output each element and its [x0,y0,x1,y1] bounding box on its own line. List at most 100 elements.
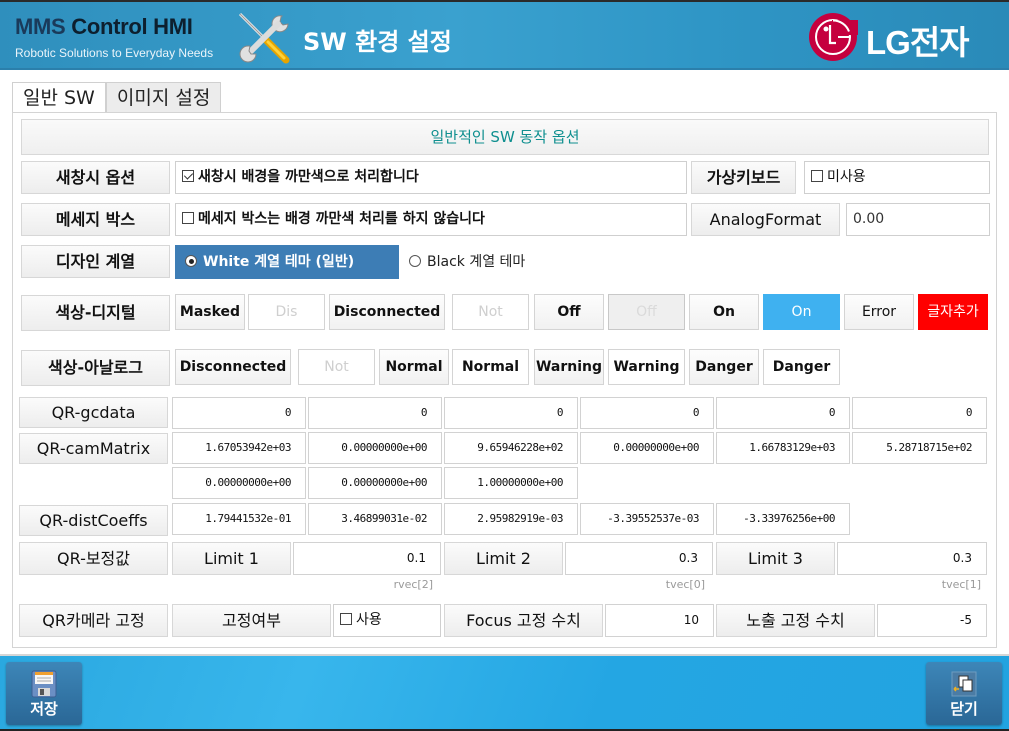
message-box-checkbox[interactable]: 메세지 박스는 배경 까만색 처리를 하지 않습니다 [175,203,687,236]
checkbox-icon[interactable] [340,613,352,625]
color-digital-label: 색상-디지털 [21,295,170,331]
new-window-checkbox-label: 새창시 배경을 까만색으로 처리합니다 [198,169,419,185]
wrench-screwdriver-icon [238,12,290,64]
qr-distcoeffs-label: QR-distCoeffs [19,505,168,536]
virtual-keyboard-label: 가상키보드 [691,161,796,194]
limit-2-input[interactable]: 0.3 [565,542,713,575]
qr-gcdata-value-1[interactable]: 0 [172,397,306,429]
limit-3-label: Limit 3 [716,542,835,575]
swatch-off-disabled[interactable]: Off [608,294,685,330]
fix-enabled-checkbox-label: 사용 [356,612,382,628]
swatch-dis[interactable]: Dis [248,294,325,330]
analog-format-label: AnalogFormat [691,203,840,236]
app-header: MMS Control HMI Robotic Solutions to Eve… [0,2,1009,70]
qr-distcoeffs-value-4[interactable]: -3.39552537e-03 [580,503,714,535]
swatch-analog-warning-2[interactable]: Warning [608,349,685,385]
design-theme-label: 디자인 계열 [21,245,170,278]
exit-windows-icon [951,671,977,697]
swatch-analog-disconnected[interactable]: Disconnected [175,349,291,385]
focus-fixed-label: Focus 고정 수치 [444,604,603,637]
qr-gcdata-label: QR-gcdata [19,397,168,428]
swatch-disconnected[interactable]: Disconnected [329,294,445,330]
qr-gcdata-value-3[interactable]: 0 [444,397,578,429]
swatch-error[interactable]: Error [844,294,914,330]
qr-gcdata-value-4[interactable]: 0 [580,397,714,429]
limit-3-hint: tvec[1] [941,578,981,591]
qr-cammatrix-label: QR-camMatrix [19,433,168,464]
general-sw-panel: 일반적인 SW 동작 옵션 새창시 옵션 새창시 배경을 까만색으로 처리합니다… [12,112,997,648]
close-label: 닫기 [950,700,978,718]
exposure-fixed-input[interactable]: -5 [877,604,987,637]
qr-cammatrix-r2c1[interactable]: 0.00000000e+00 [172,467,306,499]
limit-1-hint: rvec[2] [393,578,433,591]
swatch-on-active[interactable]: On [763,294,840,330]
qr-cammatrix-r1c2[interactable]: 0.00000000e+00 [308,432,442,464]
save-button[interactable]: 저장 [6,662,82,725]
qr-cammatrix-r1c5[interactable]: 1.66783129e+03 [716,432,850,464]
swatch-analog-normal-2[interactable]: Normal [452,349,529,385]
message-box-label: 메세지 박스 [21,203,170,236]
tab-image-settings[interactable]: 이미지 설정 [105,82,222,112]
limit-2-hint: tvec[0] [665,578,705,591]
logo-brand: MMS [15,14,66,39]
qr-cammatrix-r1c4[interactable]: 0.00000000e+00 [580,432,714,464]
qr-cammatrix-r1c6[interactable]: 5.28718715e+02 [852,432,987,464]
qr-cammatrix-r2c2[interactable]: 0.00000000e+00 [308,467,442,499]
qr-distcoeffs-value-3[interactable]: 2.95982919e-03 [444,503,578,535]
swatch-not[interactable]: Not [452,294,529,330]
white-theme-radio[interactable]: White 계열 테마 (일반) [175,245,399,279]
save-label: 저장 [30,700,58,718]
qr-distcoeffs-value-5[interactable]: -3.33976256e+00 [716,503,850,535]
swatch-analog-normal[interactable]: Normal [379,349,449,385]
radio-selected-icon[interactable] [185,255,197,267]
white-theme-label: White 계열 테마 (일반) [203,254,355,270]
checkbox-icon[interactable] [182,212,194,224]
black-theme-label: Black 계열 테마 [427,254,526,270]
swatch-off[interactable]: Off [534,294,604,330]
checkbox-checked-icon[interactable] [182,170,194,182]
qr-gcdata-value-5[interactable]: 0 [716,397,850,429]
black-theme-radio[interactable]: Black 계열 테마 [409,245,525,279]
swatch-on[interactable]: On [689,294,759,330]
new-window-option-label: 새창시 옵션 [21,161,170,194]
qr-cammatrix-r1c3[interactable]: 9.65946228e+02 [444,432,578,464]
limit-2-label: Limit 2 [444,542,563,575]
virtual-keyboard-checkbox-label: 미사용 [827,169,866,185]
virtual-keyboard-checkbox[interactable]: 미사용 [804,161,990,194]
focus-fixed-input[interactable]: 10 [605,604,714,637]
qr-cammatrix-r1c1[interactable]: 1.67053942e+03 [172,432,306,464]
content-area: 일반 SW 이미지 설정 일반적인 SW 동작 옵션 새창시 옵션 새창시 배경… [0,70,1009,654]
qr-distcoeffs-value-2[interactable]: 3.46899031e-02 [308,503,442,535]
radio-icon[interactable] [409,255,421,267]
page-title: SW 환경 설정 [303,28,452,56]
limit-1-input[interactable]: 0.1 [293,542,441,575]
swatch-analog-danger[interactable]: Danger [689,349,759,385]
new-window-checkbox[interactable]: 새창시 배경을 까만색으로 처리합니다 [175,161,687,194]
tab-general-sw[interactable]: 일반 SW [12,82,106,113]
exposure-fixed-label: 노출 고정 수치 [716,604,875,637]
fix-enabled-label: 고정여부 [172,604,331,637]
qr-cammatrix-r2c3[interactable]: 1.00000000e+00 [444,467,578,499]
logo-tagline: Robotic Solutions to Everyday Needs [15,46,214,60]
close-button[interactable]: 닫기 [926,662,1002,725]
app-logo: MMS Control HMI [15,14,193,40]
color-analog-label: 색상-아날로그 [21,350,170,386]
analog-format-input[interactable]: 0.00 [846,203,990,236]
company-name: LG전자 [866,24,970,61]
swatch-analog-danger-2[interactable]: Danger [763,349,840,385]
limit-3-input[interactable]: 0.3 [837,542,987,575]
qr-gcdata-value-2[interactable]: 0 [308,397,442,429]
swatch-analog-warning[interactable]: Warning [534,349,604,385]
qr-camera-fix-label: QR카메라 고정 [19,604,168,637]
checkbox-icon[interactable] [811,170,823,182]
lg-logo-icon [809,13,858,61]
section-title: 일반적인 SW 동작 옵션 [21,119,989,155]
tab-bar: 일반 SW 이미지 설정 [12,82,222,113]
swatch-add-text[interactable]: 글자추가 [918,294,988,330]
qr-distcoeffs-value-1[interactable]: 1.79441532e-01 [172,503,306,535]
swatch-masked[interactable]: Masked [175,294,245,330]
fix-enabled-checkbox[interactable]: 사용 [333,604,441,637]
qr-gcdata-value-6[interactable]: 0 [852,397,987,429]
footer-bar: 저장 닫기 [0,654,1009,729]
swatch-analog-not[interactable]: Not [298,349,375,385]
